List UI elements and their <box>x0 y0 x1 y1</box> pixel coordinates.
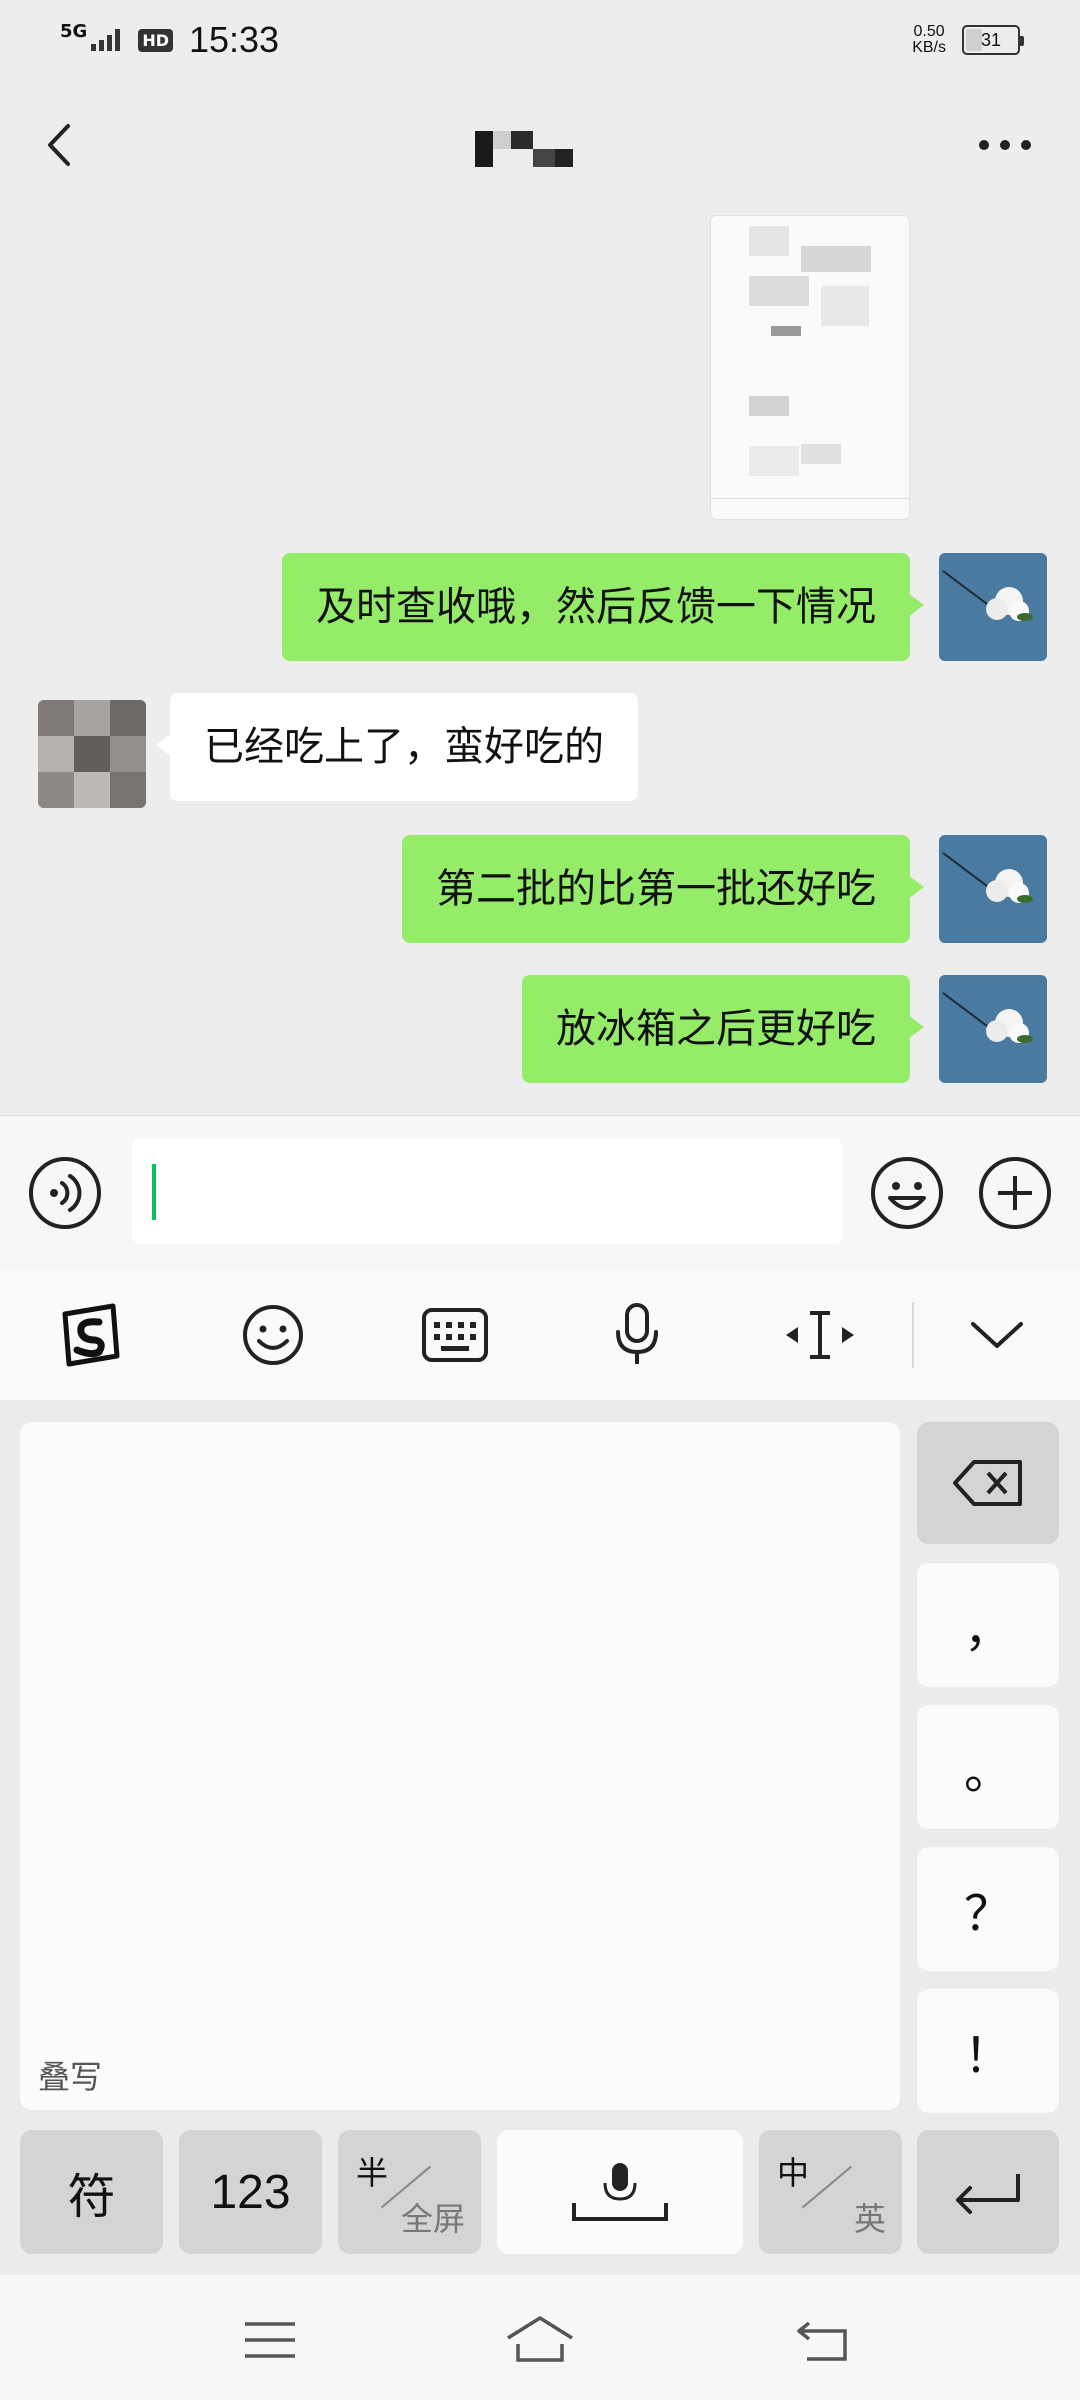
my-avatar[interactable] <box>939 553 1047 661</box>
message-bubble-received[interactable]: 已经吃上了，蛮好吃的 <box>156 693 638 801</box>
handwrite-mode-label: 叠写 <box>38 2058 103 2096</box>
period-key[interactable]: 。 <box>917 1705 1059 1829</box>
status-left: 5G HD 15:33 <box>60 19 279 61</box>
emoji-panel-button[interactable] <box>233 1295 313 1375</box>
home-icon <box>507 2316 573 2362</box>
space-key[interactable] <box>497 2130 743 2254</box>
backspace-key[interactable] <box>917 1422 1059 1544</box>
toolbar-divider <box>912 1302 914 1368</box>
half-full-width-key[interactable]: 半 全屏 <box>338 2130 481 2254</box>
contact-avatar[interactable] <box>38 700 146 808</box>
menu-button[interactable] <box>225 2305 315 2375</box>
battery-icon: 31 <box>962 25 1024 55</box>
back-nav-button[interactable] <box>778 2305 868 2375</box>
menu-icon <box>245 2322 295 2358</box>
full-label: 全屏 <box>400 2200 465 2238</box>
voice-input-button[interactable] <box>597 1295 677 1375</box>
collapse-keyboard-button[interactable] <box>957 1295 1037 1375</box>
text-caret <box>152 1164 156 1220</box>
network-speed: 0.50 KB/s <box>912 24 946 56</box>
status-bar: 5G HD 15:33 0.50 KB/s 31 <box>0 0 1080 80</box>
ime-toolbar <box>0 1270 1080 1400</box>
voice-button[interactable] <box>28 1156 102 1230</box>
chat-header <box>0 80 1080 215</box>
system-nav-bar <box>0 2275 1080 2400</box>
chevron-left-icon <box>48 124 70 166</box>
handwriting-area[interactable]: 叠写 <box>20 1422 900 2110</box>
message-list[interactable]: 及时查收哦，然后反馈一下情况 已经吃上了，蛮好吃的 第二批的比第一批还好吃 放冰… <box>0 215 1080 1115</box>
my-avatar[interactable] <box>939 835 1047 943</box>
lang-zh-label: 中 <box>777 2154 810 2192</box>
plus-icon <box>979 1157 1051 1229</box>
handwriting-keyboard: 叠写 ， 。 ？ ！ 符 123 半 全屏 中 英 <box>0 1400 1080 2275</box>
more-button[interactable] <box>970 120 1040 170</box>
exclamation-key[interactable]: ！ <box>917 1989 1059 2113</box>
lang-en-label: 英 <box>853 2200 886 2238</box>
keyboard-icon <box>422 1308 488 1362</box>
speed-value: 0.50 <box>913 23 945 40</box>
comma-key[interactable]: ， <box>917 1563 1059 1687</box>
half-label: 半 <box>356 2154 389 2192</box>
network-type: 5G <box>60 21 88 42</box>
microphone-icon <box>572 2163 668 2221</box>
enter-icon <box>956 2174 1020 2214</box>
symbol-key[interactable]: 符 <box>20 2130 163 2254</box>
keyboard-switch-button[interactable] <box>415 1295 495 1375</box>
sogou-menu-button[interactable] <box>50 1295 130 1375</box>
signal-icon <box>91 29 121 51</box>
message-bubble-sent[interactable]: 放冰箱之后更好吃 <box>522 975 924 1083</box>
hd-badge: HD <box>138 28 173 52</box>
voice-icon <box>29 1157 101 1229</box>
battery-level: 31 <box>980 29 1002 50</box>
back-button[interactable] <box>30 115 90 175</box>
enter-key[interactable] <box>917 2130 1059 2254</box>
cursor-move-icon <box>786 1311 854 1359</box>
image-message[interactable] <box>710 215 910 520</box>
status-time: 15:33 <box>188 19 280 60</box>
emoji-icon <box>871 1157 943 1229</box>
chevron-down-icon <box>971 1322 1023 1348</box>
backspace-icon <box>953 1460 1022 1506</box>
sogou-logo-icon <box>62 1303 120 1367</box>
number-key[interactable]: 123 <box>179 2130 322 2254</box>
more-dots-icon <box>979 140 1031 150</box>
message-input[interactable] <box>132 1138 842 1244</box>
speed-unit: KB/s <box>912 39 946 56</box>
chat-title-redacted <box>475 123 605 173</box>
cursor-move-button[interactable] <box>780 1295 860 1375</box>
question-key[interactable]: ？ <box>917 1847 1059 1971</box>
language-switch-key[interactable]: 中 英 <box>759 2130 902 2254</box>
more-functions-button[interactable] <box>978 1156 1052 1230</box>
microphone-icon <box>616 1303 658 1364</box>
message-bubble-sent[interactable]: 第二批的比第一批还好吃 <box>402 835 924 943</box>
status-right: 0.50 KB/s 31 <box>912 24 1024 56</box>
message-bubble-sent[interactable]: 及时查收哦，然后反馈一下情况 <box>282 553 924 661</box>
input-bar <box>0 1115 1080 1270</box>
emoji-icon <box>243 1305 303 1365</box>
my-avatar[interactable] <box>939 975 1047 1083</box>
emoji-button[interactable] <box>870 1156 944 1230</box>
back-icon <box>797 2321 847 2361</box>
home-button[interactable] <box>495 2305 585 2375</box>
